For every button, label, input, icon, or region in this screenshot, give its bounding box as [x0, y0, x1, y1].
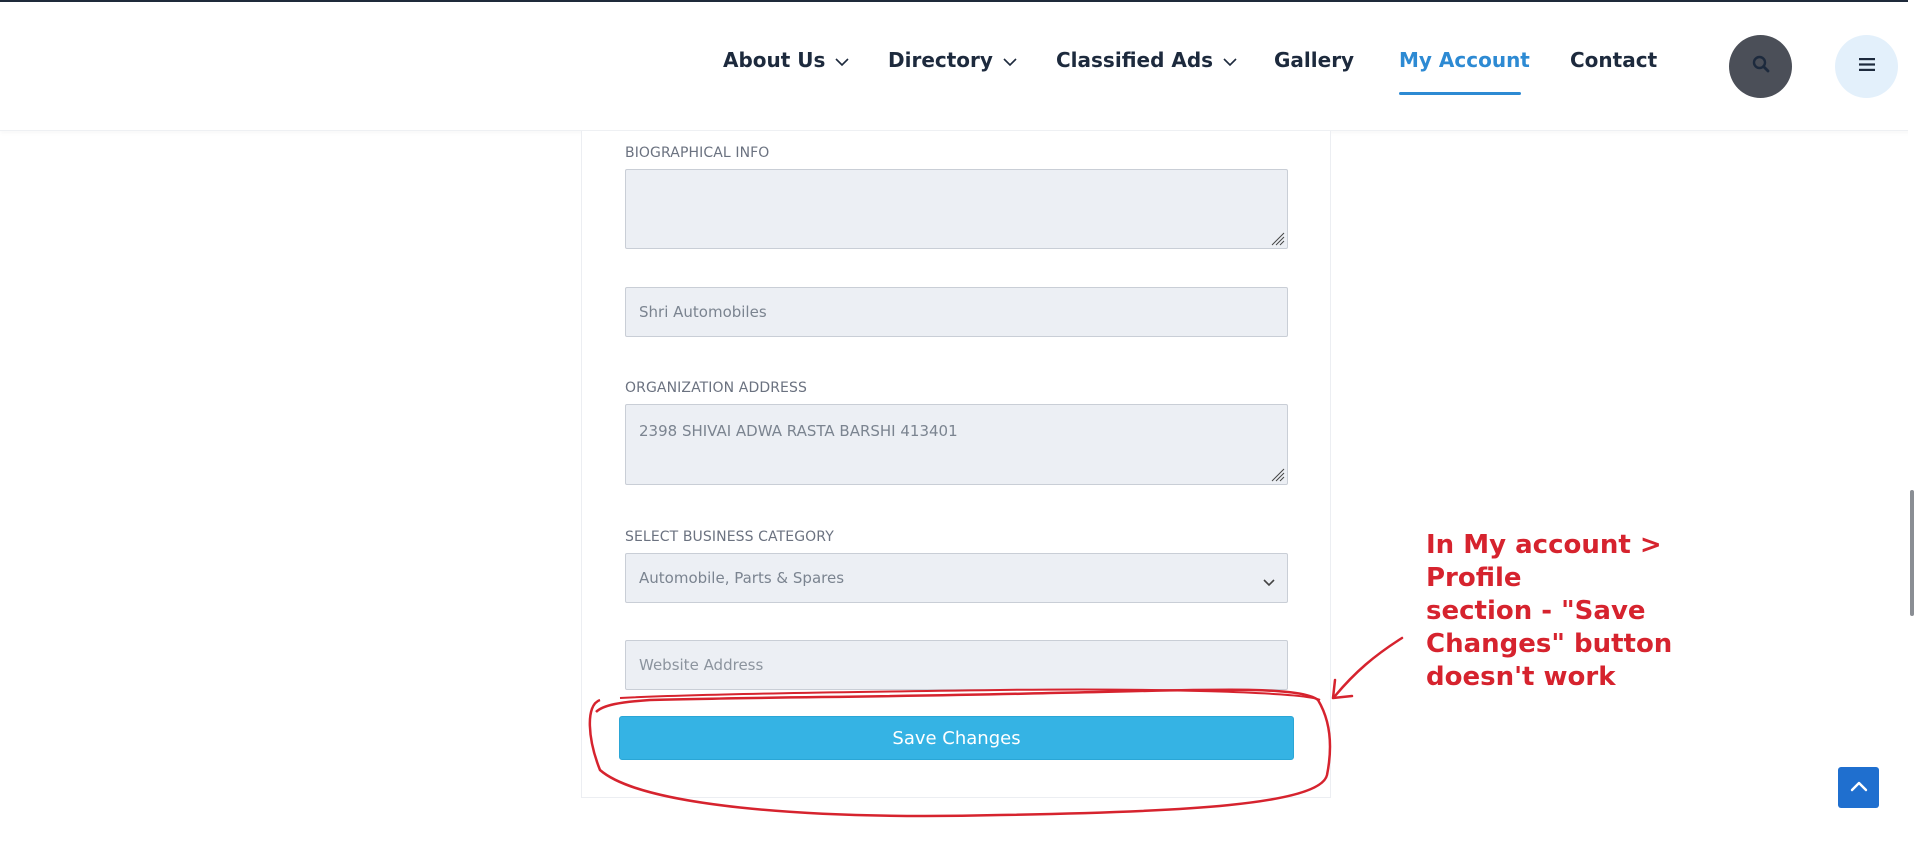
chevron-up-icon: [1850, 779, 1868, 797]
annotation-line: In My account > Profile: [1426, 530, 1662, 593]
annotation-line: doesn't work: [1426, 662, 1616, 692]
annotation-markup: [588, 636, 1404, 818]
annotation-line: Changes" button: [1426, 629, 1673, 659]
annotation-arrow: [1333, 636, 1404, 698]
annotation-circle: [588, 688, 1332, 818]
back-to-top-button[interactable]: [1838, 767, 1879, 808]
annotation-line: section - "Save: [1426, 596, 1646, 626]
annotation-note: In My account > Profile section - "Save …: [1426, 529, 1766, 694]
